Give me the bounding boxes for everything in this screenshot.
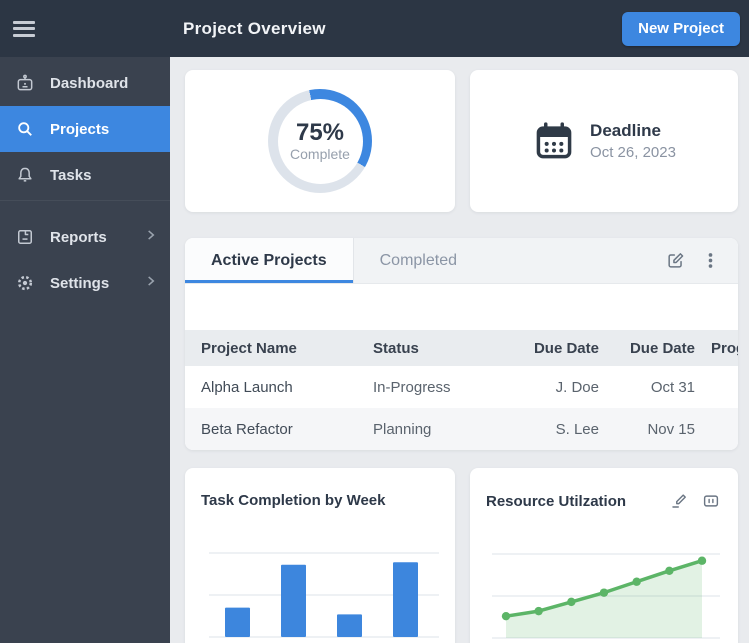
cell-due-date: Nov 15 bbox=[647, 420, 695, 438]
gear-icon bbox=[17, 275, 33, 291]
main-content: 75% Complete Deadline Oct 26, 2023 Activ… bbox=[170, 57, 749, 643]
widget-icon[interactable] bbox=[702, 492, 720, 510]
bar-chart-title: Task Completion by Week bbox=[201, 492, 386, 509]
sidebar-item-tasks[interactable]: Tasks bbox=[0, 152, 170, 198]
column-header: Status bbox=[373, 339, 419, 357]
table-row[interactable]: Alpha Launch In-Progress J. Doe Oct 31 8… bbox=[185, 366, 738, 408]
new-project-button[interactable]: New Project bbox=[622, 11, 740, 46]
report-icon bbox=[18, 230, 32, 244]
cell-due-date: Oct 31 bbox=[650, 378, 695, 396]
cell-project-name: Beta Refactor bbox=[201, 420, 293, 438]
progress-card: 75% Complete bbox=[185, 70, 455, 212]
progress-percent: 75% bbox=[295, 119, 345, 147]
edit-icon[interactable] bbox=[666, 251, 685, 270]
more-options-icon[interactable] bbox=[701, 251, 720, 270]
sidebar-item-dashboard[interactable]: Dashboard bbox=[0, 60, 170, 106]
line-chart bbox=[492, 553, 720, 639]
table-header-row: Project Name Status Due Date Due Date Pr… bbox=[185, 330, 738, 366]
column-header: Due Date bbox=[629, 339, 695, 357]
sidebar-item-label: Reports bbox=[50, 228, 107, 246]
sidebar-divider bbox=[0, 200, 170, 214]
chevron-right-icon bbox=[144, 274, 158, 292]
cell-project-name: Alpha Launch bbox=[201, 378, 293, 396]
dashboard-icon bbox=[17, 74, 33, 91]
column-header: Due Date bbox=[533, 339, 599, 357]
deadline-date: Oct 26, 2023 bbox=[590, 144, 676, 161]
tab-completed[interactable]: Completed bbox=[354, 238, 483, 283]
sidebar-item-projects[interactable]: Projects bbox=[0, 106, 170, 152]
app-window: Project Overview New Project Dashboard P… bbox=[0, 0, 749, 643]
projects-panel: Active Projects Completed Project Name S… bbox=[185, 238, 738, 450]
page-title: Project Overview bbox=[183, 18, 326, 38]
chevron-right-icon bbox=[144, 228, 158, 246]
edit-pencil-icon[interactable] bbox=[670, 492, 688, 510]
tab-active-projects[interactable]: Active Projects bbox=[185, 238, 354, 283]
sidebar: Dashboard Projects Tasks Reports Setting… bbox=[0, 57, 170, 643]
sidebar-item-reports[interactable]: Reports bbox=[0, 214, 170, 260]
sidebar-item-label: Dashboard bbox=[50, 74, 129, 92]
search-icon bbox=[18, 122, 32, 136]
sidebar-item-label: Projects bbox=[50, 120, 110, 138]
panel-spacer bbox=[185, 284, 738, 330]
task-completion-card: Task Completion by Week bbox=[185, 468, 455, 643]
table-row[interactable]: Beta Refactor Planning S. Lee Nov 15 30% bbox=[185, 408, 738, 450]
column-header: Project Name bbox=[201, 339, 297, 357]
cell-owner: S. Lee bbox=[555, 420, 599, 438]
hamburger-menu-icon[interactable] bbox=[13, 17, 35, 40]
cell-progress: 80% bbox=[703, 379, 738, 396]
projects-table: Project Name Status Due Date Due Date Pr… bbox=[185, 330, 738, 450]
deadline-card: Deadline Oct 26, 2023 bbox=[470, 70, 738, 212]
resource-utilization-card: Resource Utilzation bbox=[470, 468, 738, 643]
tab-bar: Active Projects Completed bbox=[185, 238, 738, 284]
cell-status: In-Progress bbox=[373, 378, 451, 396]
calendar-icon bbox=[536, 122, 572, 159]
sidebar-item-label: Settings bbox=[50, 274, 110, 292]
cell-status: Planning bbox=[373, 420, 432, 438]
line-chart-title: Resource Utilzation bbox=[486, 492, 627, 510]
top-header: Project Overview New Project bbox=[0, 0, 749, 57]
cell-progress: 30% bbox=[703, 421, 738, 438]
deadline-title: Deadline bbox=[590, 121, 661, 140]
cell-owner: J. Doe bbox=[555, 378, 599, 396]
column-header: Progress bbox=[711, 339, 738, 357]
progress-ring: 75% Complete bbox=[268, 89, 372, 193]
bell-icon bbox=[18, 167, 32, 182]
progress-label: Complete bbox=[290, 145, 350, 162]
sidebar-item-label: Tasks bbox=[50, 166, 92, 184]
bar-chart bbox=[209, 552, 439, 638]
sidebar-item-settings[interactable]: Settings bbox=[0, 260, 170, 306]
